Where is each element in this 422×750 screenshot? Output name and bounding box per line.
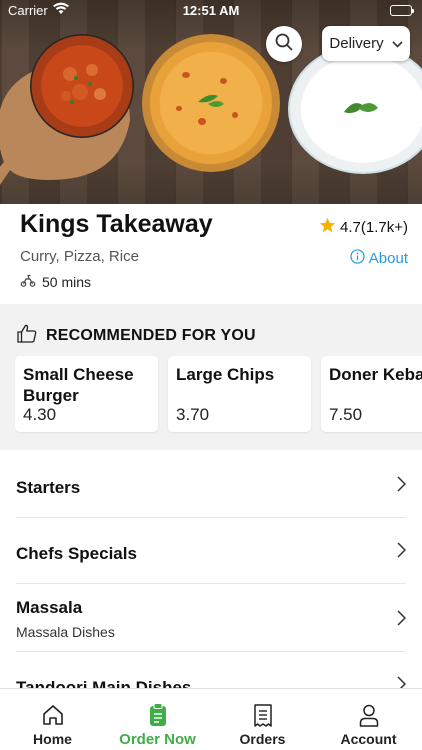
restaurant-name: Kings Takeaway bbox=[20, 210, 213, 238]
rice-bowl-image bbox=[288, 44, 422, 174]
rating: 4.7(1.7k+) bbox=[319, 217, 408, 237]
category-row-tandoori-main-dishes[interactable]: Tandoori Main Dishes bbox=[16, 652, 407, 688]
home-icon bbox=[42, 702, 64, 728]
user-icon bbox=[359, 702, 379, 728]
rating-value: 4.7(1.7k+) bbox=[340, 218, 408, 236]
pizza-image bbox=[142, 34, 280, 172]
recommended-header: RECOMMENDED FOR YOU bbox=[17, 324, 256, 348]
delivery-time: 50 mins bbox=[20, 274, 91, 290]
bottom-tab-bar: Home Order Now Orders Account bbox=[0, 688, 422, 750]
search-button[interactable] bbox=[266, 26, 302, 62]
chevron-right-icon bbox=[397, 476, 407, 497]
chevron-right-icon bbox=[397, 542, 407, 563]
category-subtitle: Massala Dishes bbox=[16, 624, 115, 640]
recommended-card[interactable]: Doner Kebab 7.50 bbox=[321, 356, 422, 432]
recommended-item-name: Large Chips bbox=[176, 365, 275, 384]
receipt-icon bbox=[253, 702, 273, 728]
menu-category-list[interactable]: Starters Chefs Specials Massala Massala … bbox=[0, 452, 422, 688]
chevron-down-icon bbox=[392, 35, 403, 52]
info-icon bbox=[350, 249, 365, 268]
recommended-card[interactable]: Large Chips 3.70 bbox=[168, 356, 311, 432]
recommended-item-name: Doner Kebab bbox=[329, 365, 422, 384]
tab-account[interactable]: Account bbox=[316, 689, 421, 750]
recommended-item-price: 7.50 bbox=[329, 405, 363, 424]
tab-home[interactable]: Home bbox=[0, 689, 105, 750]
category-title: Tandoori Main Dishes bbox=[16, 678, 192, 688]
tab-order-now[interactable]: Order Now bbox=[105, 689, 210, 750]
tab-label: Orders bbox=[239, 731, 286, 747]
recommended-item-price: 4.30 bbox=[23, 405, 57, 424]
recommended-card[interactable]: Small Cheese Burger 4.30 bbox=[15, 356, 158, 432]
cuisine-tags: Curry, Pizza, Rice bbox=[20, 248, 139, 265]
recommended-item-price: 3.70 bbox=[176, 405, 210, 424]
clock-time: 12:51 AM bbox=[182, 3, 240, 18]
about-label: About bbox=[368, 250, 408, 267]
order-icon bbox=[149, 702, 167, 728]
chevron-right-icon bbox=[397, 610, 407, 631]
status-bar: Carrier 12:51 AM bbox=[0, 0, 422, 22]
star-icon bbox=[319, 217, 336, 237]
category-title: Starters bbox=[16, 478, 81, 497]
order-type-label: Delivery bbox=[329, 35, 384, 52]
tab-label: Account bbox=[340, 731, 397, 747]
category-title: Massala bbox=[16, 598, 83, 617]
tab-label: Home bbox=[33, 731, 72, 747]
scooter-icon bbox=[20, 274, 36, 290]
category-title: Chefs Specials bbox=[16, 544, 137, 563]
category-row-massala[interactable]: Massala Massala Dishes bbox=[16, 584, 407, 652]
curry-dish-image bbox=[30, 34, 134, 138]
thumbs-up-icon bbox=[17, 324, 37, 348]
about-link[interactable]: About bbox=[350, 249, 408, 268]
category-row-chefs-specials[interactable]: Chefs Specials bbox=[16, 518, 407, 584]
delivery-time-value: 50 mins bbox=[42, 274, 92, 290]
order-type-dropdown[interactable]: Delivery bbox=[322, 26, 410, 61]
category-row-starters[interactable]: Starters bbox=[16, 452, 407, 518]
recommended-list[interactable]: Small Cheese Burger 4.30 Large Chips 3.7… bbox=[15, 356, 422, 434]
recommended-item-name: Small Cheese Burger bbox=[23, 365, 134, 405]
recommended-section: RECOMMENDED FOR YOU Small Cheese Burger … bbox=[0, 304, 422, 450]
search-icon bbox=[275, 33, 293, 56]
tab-label: Order Now bbox=[119, 731, 196, 748]
battery-icon bbox=[390, 5, 414, 16]
chevron-right-icon bbox=[397, 676, 407, 688]
tab-orders[interactable]: Orders bbox=[210, 689, 315, 750]
recommended-title: RECOMMENDED FOR YOU bbox=[46, 327, 256, 344]
